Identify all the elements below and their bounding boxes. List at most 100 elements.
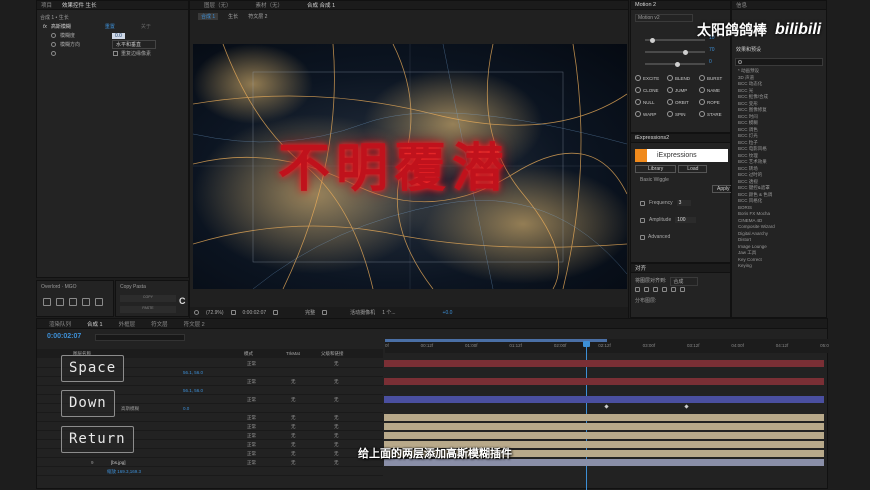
effect-category-item[interactable]: Keying — [732, 263, 828, 270]
iexp-advanced[interactable]: Advanced — [640, 234, 670, 240]
layer-effect-value[interactable]: 0.0 — [183, 406, 189, 411]
motion-value-3[interactable]: 0 — [709, 59, 712, 65]
motion-slider-2[interactable] — [645, 49, 705, 55]
layer-trkmat[interactable]: 无 — [291, 397, 296, 403]
layer-parent[interactable]: 无 — [334, 379, 339, 385]
timeline-search-input[interactable] — [95, 334, 185, 341]
views-select[interactable]: 1 个... — [382, 309, 395, 316]
layer-mode[interactable]: 正常 — [247, 433, 256, 439]
motion-slider-3[interactable] — [645, 61, 705, 67]
tab-comp1[interactable]: 合成 1 — [87, 320, 103, 328]
motion-stare-button[interactable]: STARE — [699, 111, 722, 117]
overlord-grid-icon[interactable] — [69, 298, 77, 306]
align-hcenter-icon[interactable] — [644, 287, 649, 292]
zoom-select[interactable]: (72.9%) — [206, 310, 224, 316]
effect-header-row[interactable]: fx 高斯模糊 重置 关于 — [37, 22, 188, 31]
motion-burst-button[interactable]: BURST — [699, 75, 722, 81]
overlord-extra-icon[interactable] — [95, 298, 103, 306]
stopwatch-icon[interactable] — [51, 42, 56, 47]
timeline-timecode[interactable]: 0:00:02:07 — [47, 333, 81, 340]
camera-select[interactable]: 活动摄像机 — [350, 309, 375, 316]
tab-effect-controls[interactable]: 效果控件 生长 — [62, 1, 97, 9]
crumb-comp[interactable]: 合成 1 — [198, 13, 219, 20]
magnifier-icon[interactable] — [194, 310, 199, 315]
effect-about-link[interactable]: 关于 — [141, 23, 151, 30]
stopwatch-icon[interactable] — [51, 33, 56, 38]
fx-icon[interactable]: fx — [43, 24, 47, 30]
repeat-edge-checkbox[interactable] — [113, 51, 118, 56]
layer-trkmat[interactable]: 无 — [291, 433, 296, 439]
motion-warp-button[interactable]: WARP — [635, 111, 656, 117]
layer-mode[interactable]: 正常 — [247, 415, 256, 421]
stopwatch-icon[interactable] — [51, 51, 56, 56]
tab-render-queue[interactable]: 渲染队列 — [49, 320, 71, 328]
play-icon[interactable] — [640, 217, 645, 223]
overlord-settings-icon[interactable] — [82, 298, 90, 306]
motion-name-button[interactable]: NAME — [699, 87, 720, 93]
track-bar-4[interactable] — [384, 414, 824, 421]
paste-button[interactable]: PASTE — [120, 306, 176, 313]
layer-parent[interactable]: 无 — [334, 361, 339, 367]
quality-select[interactable]: 完整 — [305, 309, 315, 316]
tab-layer[interactable]: 图层（无） — [204, 1, 232, 9]
layer-mode[interactable]: 正常 — [247, 397, 256, 403]
effects-search-input[interactable] — [735, 58, 823, 66]
play-icon[interactable] — [640, 200, 645, 206]
layer-sub-value[interactable]: 56.1, 56.0 — [183, 370, 203, 375]
layer-scale-value[interactable]: 缩放 169.3,169.3 — [107, 469, 141, 475]
tab-rune[interactable]: 符文层 — [151, 320, 168, 328]
layer-trkmat[interactable]: 无 — [291, 415, 296, 421]
grid-icon[interactable] — [230, 310, 236, 315]
effect-reset-link[interactable]: 重置 — [105, 23, 115, 30]
align-tab[interactable]: 对齐 — [635, 264, 646, 272]
camera-icon[interactable] — [273, 310, 279, 315]
tab-effects-presets[interactable]: 效果和预设 — [736, 46, 761, 53]
align-left-icon[interactable] — [635, 287, 640, 292]
layer-parent[interactable]: 无 — [334, 415, 339, 421]
layer-effect-name[interactable]: 高斯模糊 — [121, 406, 139, 412]
region-icon[interactable] — [322, 310, 328, 315]
motion-null-button[interactable]: NULL — [635, 99, 655, 105]
iexp-frequency-field[interactable]: 3 — [676, 200, 692, 206]
tab-project[interactable]: 项目 — [41, 1, 52, 9]
motion-orbit-button[interactable]: ORBIT — [667, 99, 689, 105]
motion-spin-button[interactable]: SPIN — [667, 111, 686, 117]
layer-parent[interactable]: 无 — [334, 424, 339, 430]
tab-footage[interactable]: 素材（无） — [256, 1, 284, 9]
crumb-rune[interactable]: 符文层 2 — [248, 13, 267, 20]
motion-excite-button[interactable]: EXCITE — [635, 75, 659, 81]
overlord-push-icon[interactable] — [43, 298, 51, 306]
iexp-library-button[interactable]: Library — [635, 165, 677, 173]
motion-clone-button[interactable]: CLONE — [635, 87, 659, 93]
viewer-timecode[interactable]: 0:00:02:07 — [243, 310, 267, 316]
iexp-tab[interactable]: iExpressions2 — [635, 135, 669, 141]
align-vcenter-icon[interactable] — [671, 287, 676, 292]
layer-parent[interactable]: 无 — [334, 397, 339, 403]
motion-version-select[interactable]: Motion v2 — [635, 14, 693, 22]
composition-canvas[interactable]: 不明覆潜 — [193, 44, 627, 289]
motion-value-2[interactable]: 70 — [709, 47, 715, 53]
align-bottom-icon[interactable] — [680, 287, 685, 292]
track-bar-3[interactable] — [384, 396, 824, 403]
layer-mode[interactable]: 正常 — [247, 361, 256, 367]
crumb-grow[interactable]: 生长 — [228, 13, 238, 20]
align-right-icon[interactable] — [653, 287, 658, 292]
layer-trkmat[interactable]: 无 — [291, 379, 296, 385]
tab-rune2[interactable]: 符文层 2 — [184, 320, 205, 328]
col-mode[interactable]: 模式 — [244, 351, 286, 357]
col-parent[interactable]: 父级和链接 — [321, 351, 344, 357]
layer-mode[interactable]: 正常 — [247, 379, 256, 385]
layer-mode[interactable]: 正常 — [247, 424, 256, 430]
align-top-icon[interactable] — [662, 287, 667, 292]
align-to-select[interactable]: 合成 — [670, 277, 699, 286]
motion-slider-1[interactable] — [645, 37, 705, 43]
iexp-load-button[interactable]: Load — [678, 165, 708, 173]
layer-trkmat[interactable]: 无 — [291, 424, 296, 430]
iexp-amplitude-field[interactable]: 100 — [675, 217, 696, 223]
exposure-value[interactable]: +0.0 — [443, 310, 453, 316]
tab-outer[interactable]: 外框层 — [119, 320, 136, 328]
track-bar-1[interactable] — [384, 360, 824, 367]
motion-tab[interactable]: Motion 2 — [635, 2, 656, 8]
direction-select[interactable]: 水平和垂直 — [112, 40, 157, 49]
tab-composition[interactable]: 合成 合成 1 — [307, 1, 335, 9]
